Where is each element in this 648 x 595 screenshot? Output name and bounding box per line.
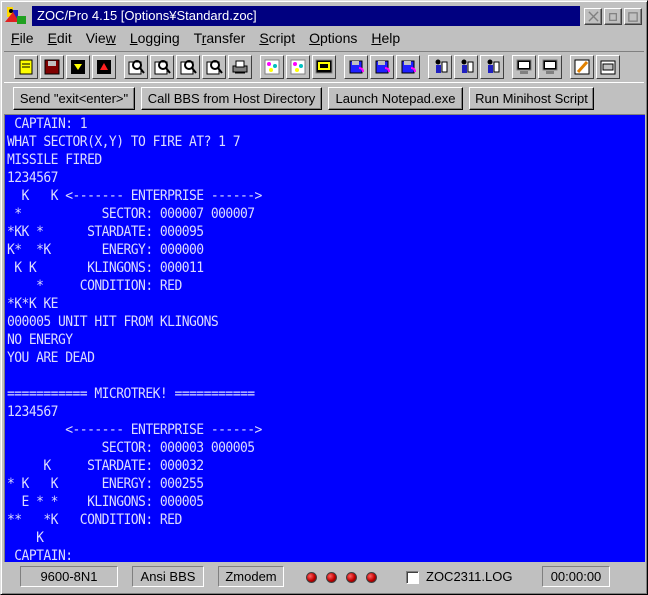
emulation-status[interactable]: Ansi BBS bbox=[132, 566, 204, 587]
call-bbs-button[interactable]: Call BBS from Host Directory bbox=[141, 87, 322, 110]
launch-notepad-button[interactable]: Launch Notepad.exe bbox=[328, 87, 463, 110]
terminal-line: K bbox=[7, 530, 44, 546]
search-icon[interactable] bbox=[202, 55, 226, 79]
window-title: ZOC/Pro 4.15 [Options¥Standard.zoc] bbox=[32, 6, 580, 26]
search-icon[interactable] bbox=[176, 55, 200, 79]
terminal-line: *K*K KE bbox=[7, 296, 59, 312]
led-indicator-icon bbox=[346, 572, 357, 583]
terminal-line: E * * KLINGONS: 000005 bbox=[7, 494, 205, 510]
menu-file[interactable]: File bbox=[4, 28, 41, 48]
terminal-line: * CONDITION: RED bbox=[7, 278, 182, 294]
terminal-line: 1234567 bbox=[7, 170, 59, 186]
people-icon[interactable] bbox=[428, 55, 452, 79]
led-indicator-icon bbox=[366, 572, 377, 583]
terminal-line: CAPTAIN: _ bbox=[7, 548, 88, 562]
terminal-line: K* *K ENERGY: 000000 bbox=[7, 242, 204, 258]
button-bar: Send "exit<enter>" Call BBS from Host Di… bbox=[4, 85, 644, 113]
title-bar[interactable]: ZOC/Pro 4.15 [Options¥Standard.zoc] bbox=[4, 4, 644, 28]
terminal-line: *KK * STARDATE: 000095 bbox=[7, 224, 204, 240]
disk-icon[interactable] bbox=[40, 55, 64, 79]
computer-icon[interactable] bbox=[538, 55, 562, 79]
menu-edit[interactable]: Edit bbox=[41, 28, 79, 48]
menu-bar: File Edit View Logging Transfer Script Options… bbox=[4, 28, 644, 48]
menu-script[interactable]: Script bbox=[252, 28, 302, 48]
sparkle-icon[interactable] bbox=[260, 55, 284, 79]
upload-icon[interactable] bbox=[92, 55, 116, 79]
terminal-line: 1234567 bbox=[7, 404, 59, 420]
terminal-line: <------- ENTERPRISE ------> bbox=[7, 422, 262, 438]
send-exit-button[interactable]: Send "exit<enter>" bbox=[13, 87, 135, 110]
download-icon[interactable] bbox=[66, 55, 90, 79]
icon-toolbar bbox=[4, 51, 644, 83]
terminal-screen[interactable]: CAPTAIN: 1 WHAT SECTOR(X,Y) TO FIRE AT? 1… bbox=[4, 114, 645, 562]
transfer-status[interactable]: Zmodem bbox=[218, 566, 284, 587]
sparkle-icon[interactable] bbox=[286, 55, 310, 79]
menu-transfer[interactable]: Transfer bbox=[187, 28, 253, 48]
terminal-line: SECTOR: 000003 000005 bbox=[7, 440, 255, 456]
terminal-line: 000005 UNIT HIT FROM KLINGONS bbox=[7, 314, 219, 330]
people-icon[interactable] bbox=[480, 55, 504, 79]
app-window: ZOC/Pro 4.15 [Options¥Standard.zoc] File… bbox=[0, 0, 648, 595]
menu-help[interactable]: Help bbox=[364, 28, 407, 48]
timer-status: 00:00:00 bbox=[542, 566, 610, 587]
minimize-icon[interactable] bbox=[584, 8, 602, 25]
menu-view[interactable]: View bbox=[79, 28, 123, 48]
disk-color-icon[interactable] bbox=[396, 55, 420, 79]
menu-logging[interactable]: Logging bbox=[123, 28, 187, 48]
log-checkbox[interactable] bbox=[406, 571, 419, 584]
terminal-line: NO ENERGY bbox=[7, 332, 73, 348]
terminal-line: * K K ENERGY: 000255 bbox=[7, 476, 204, 492]
search-icon[interactable] bbox=[124, 55, 148, 79]
people-icon[interactable] bbox=[454, 55, 478, 79]
terminal-line: K STARDATE: 000032 bbox=[7, 458, 204, 474]
zoc-app-icon[interactable] bbox=[5, 6, 27, 26]
notebook-icon[interactable] bbox=[14, 55, 38, 79]
clipboard-icon[interactable] bbox=[596, 55, 620, 79]
printer-icon[interactable] bbox=[228, 55, 252, 79]
status-bar: 9600-8N1 Ansi BBS Zmodem ZOC2311.LOG 00:… bbox=[4, 563, 644, 591]
led-indicator-icon bbox=[306, 572, 317, 583]
terminal-line: K K <------- ENTERPRISE ------> bbox=[7, 188, 263, 204]
terminal-line: YOU ARE DEAD bbox=[7, 350, 95, 366]
terminal-line: =========== MICROTREK! =========== bbox=[7, 386, 255, 402]
terminal-line: * SECTOR: 000007 000007 bbox=[7, 206, 255, 222]
maximize-icon[interactable] bbox=[624, 8, 642, 25]
disk-color-icon[interactable] bbox=[370, 55, 394, 79]
pencil-icon[interactable] bbox=[570, 55, 594, 79]
terminal-line: MISSILE FIRED bbox=[7, 152, 102, 168]
computer-icon[interactable] bbox=[512, 55, 536, 79]
terminal-icon[interactable] bbox=[312, 55, 336, 79]
log-file-label: ZOC2311.LOG bbox=[426, 569, 513, 584]
led-indicator-icon bbox=[326, 572, 337, 583]
run-minihost-button[interactable]: Run Minihost Script bbox=[469, 87, 594, 110]
restore-icon[interactable] bbox=[604, 8, 622, 25]
disk-color-icon[interactable] bbox=[344, 55, 368, 79]
menu-options[interactable]: Options bbox=[302, 28, 364, 48]
baud-status[interactable]: 9600-8N1 bbox=[20, 566, 118, 587]
terminal-line: CAPTAIN: 1 bbox=[7, 116, 88, 132]
terminal-line: ** *K CONDITION: RED bbox=[7, 512, 182, 528]
terminal-line: WHAT SECTOR(X,Y) TO FIRE AT? 1 7 bbox=[7, 134, 241, 150]
terminal-line: K K KLINGONS: 000011 bbox=[7, 260, 204, 276]
search-icon[interactable] bbox=[150, 55, 174, 79]
